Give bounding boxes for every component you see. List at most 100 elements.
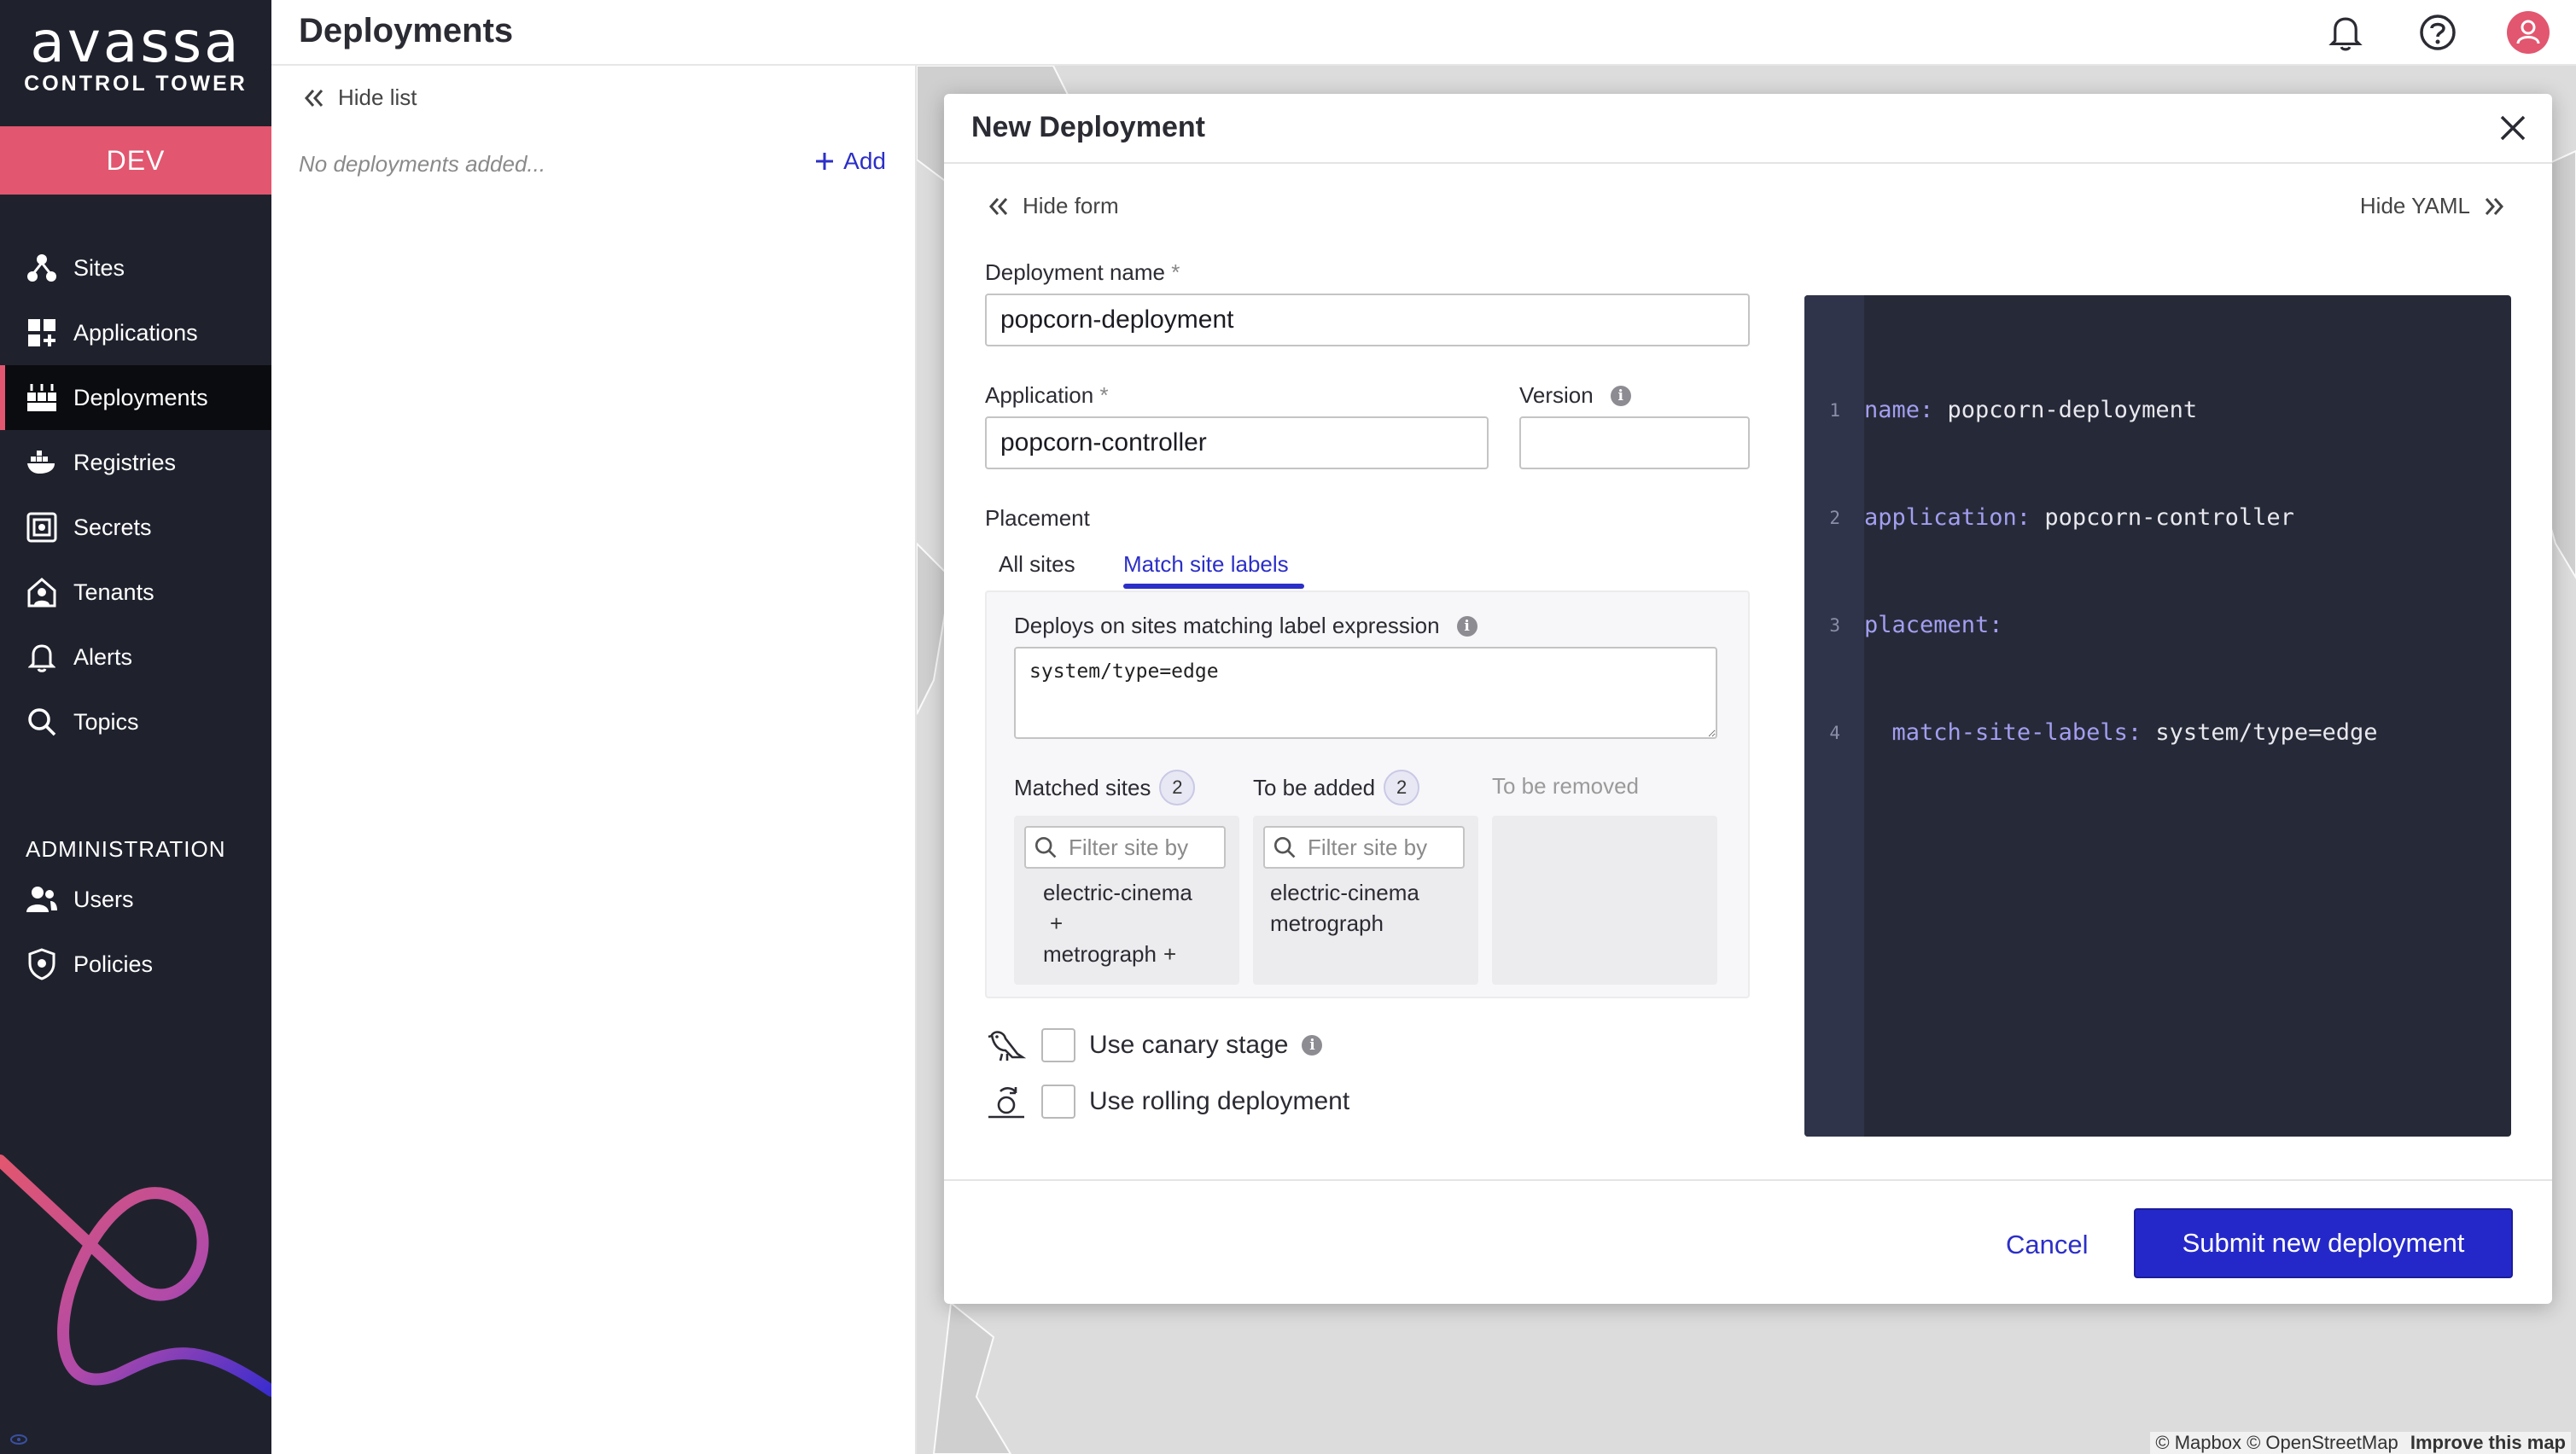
add-label: Add [843, 148, 886, 174]
info-icon[interactable]: i [1302, 1035, 1323, 1056]
code-line: 4 match-site-labels: system/type=edge [1804, 715, 2377, 751]
matched-sites-count: 2 [1159, 770, 1196, 806]
brand-logo[interactable]: avassa CONTROL TOWER [24, 15, 248, 96]
brand-name: avassa [30, 9, 242, 75]
filter-placeholder: Filter site by [1308, 834, 1428, 860]
site-name: metrograph [1043, 941, 1157, 967]
deployment-name-input[interactable] [985, 294, 1750, 346]
submit-new-deployment-button[interactable]: Submit new deployment [2134, 1208, 2513, 1278]
yaml-key: application: [1864, 504, 2031, 531]
help-icon[interactable] [2416, 10, 2460, 55]
sidebar-item-alerts[interactable]: Alerts [0, 625, 271, 689]
yaml-editor[interactable]: 1 name: popcorn-deployment 2 application: … [1804, 295, 2511, 1137]
empty-list-message: No deployments added... [299, 151, 546, 177]
required-marker: * [1171, 259, 1180, 285]
admin-section-title: ADMINISTRATION [26, 836, 226, 862]
code-line: 3 placement: [1804, 608, 2377, 643]
hide-list-label: Hide list [338, 84, 417, 110]
bell-icon[interactable] [2323, 10, 2368, 55]
sidebar-item-deployments[interactable]: Deployments [0, 365, 271, 430]
yaml-value: system/type=edge [2142, 719, 2378, 746]
add-deployment-button[interactable]: Add [814, 148, 886, 175]
registries-icon [26, 446, 58, 479]
yaml-code: 1 name: popcorn-deployment 2 application: … [1804, 321, 2377, 823]
canary-checkbox[interactable] [1041, 1028, 1075, 1062]
applications-icon [26, 317, 58, 349]
matched-sites-title-text: Matched sites [1014, 774, 1151, 800]
eye-icon [10, 1434, 27, 1445]
rolling-icon [985, 1080, 1028, 1123]
matched-sites-filter[interactable]: Filter site by [1024, 826, 1226, 869]
sidebar: avassa CONTROL TOWER DEV Sites Applicati… [0, 0, 271, 1454]
list-item: electric-cinema [1043, 877, 1192, 908]
environment-badge: DEV [0, 126, 271, 195]
sidebar-item-label: Sites [73, 254, 125, 281]
hide-list-button[interactable]: Hide list [302, 84, 417, 111]
to-be-added-title: To be added 2 [1253, 770, 1420, 806]
to-be-removed-list [1492, 816, 1717, 985]
code-line: 2 application: popcorn-controller [1804, 500, 2377, 536]
hide-form-button[interactable]: Hide form [987, 193, 1119, 219]
version-input[interactable] [1519, 416, 1750, 469]
active-tab-indicator [1123, 584, 1304, 589]
close-icon [2500, 115, 2526, 141]
required-marker: * [1099, 382, 1109, 408]
sidebar-item-label: Topics [73, 708, 139, 735]
sidebar-item-topics[interactable]: Topics [0, 689, 271, 754]
sidebar-item-label: Applications [73, 319, 198, 346]
hide-form-label: Hide form [1023, 193, 1119, 218]
canary-option: Use canary stage i [985, 1024, 1323, 1067]
plus-icon[interactable]: + [1163, 941, 1176, 967]
code-line: 1 name: popcorn-deployment [1804, 393, 2377, 428]
sidebar-item-users[interactable]: Users [0, 867, 271, 932]
yaml-key: name: [1864, 397, 1934, 423]
sidebar-item-label: Users [73, 886, 134, 912]
canary-label: Use canary stage [1089, 1031, 1289, 1059]
search-icon [1034, 836, 1057, 858]
matched-sites-items: electric-cinema + metrograph + [1043, 877, 1192, 969]
application-input[interactable] [985, 416, 1489, 469]
sidebar-item-label: Alerts [73, 643, 133, 670]
rolling-checkbox[interactable] [1041, 1085, 1075, 1119]
search-icon [26, 706, 58, 738]
expression-label: Deploys on sites matching label expressi… [1014, 613, 1477, 639]
new-deployment-dialog: New Deployment Hide form Hide YAML Deplo… [944, 94, 2552, 1304]
tab-all-sites[interactable]: All sites [999, 551, 1075, 578]
dialog-header: New Deployment [944, 94, 2552, 164]
yaml-key: placement: [1864, 612, 2003, 638]
sidebar-item-sites[interactable]: Sites [0, 236, 271, 300]
sidebar-item-registries[interactable]: Registries [0, 430, 271, 495]
placement-panel: Deploys on sites matching label expressi… [985, 590, 1750, 998]
add-site-button[interactable]: + [1043, 908, 1192, 939]
label-expression-input[interactable]: system/type=edge [1014, 647, 1717, 739]
line-number: 3 [1829, 615, 1840, 636]
hide-yaml-label: Hide YAML [2359, 193, 2470, 218]
double-chevron-left-icon [304, 89, 323, 107]
user-avatar-icon[interactable] [2506, 10, 2550, 55]
info-icon[interactable]: i [1456, 615, 1477, 637]
plus-icon[interactable]: + [1050, 910, 1063, 936]
cancel-button[interactable]: Cancel [2006, 1212, 2089, 1278]
version-label: Version i [1519, 382, 1631, 409]
sidebar-item-policies[interactable]: Policies [0, 932, 271, 997]
sidebar-item-tenants[interactable]: Tenants [0, 560, 271, 625]
yaml-value: popcorn-controller [2031, 504, 2294, 531]
improve-map-link[interactable]: Improve this map [2410, 1432, 2566, 1453]
application-label: Application * [985, 382, 1109, 409]
application-label-text: Application [985, 382, 1094, 408]
line-number: 4 [1829, 723, 1840, 743]
to-be-added-items: electric-cinema metrograph [1270, 877, 1419, 939]
sites-icon [26, 252, 58, 284]
secrets-icon [26, 511, 58, 544]
to-be-added-filter[interactable]: Filter site by [1263, 826, 1465, 869]
close-button[interactable] [2492, 108, 2533, 148]
info-icon[interactable]: i [1610, 385, 1631, 406]
to-be-added-title-text: To be added [1253, 774, 1376, 800]
sidebar-item-secrets[interactable]: Secrets [0, 495, 271, 560]
sidebar-nav: Sites Applications Deployments Registrie… [0, 236, 271, 754]
deployments-list-pane: Hide list No deployments added... Add [271, 66, 917, 1454]
hide-yaml-button[interactable]: Hide YAML [2360, 193, 2506, 219]
sidebar-item-applications[interactable]: Applications [0, 300, 271, 365]
tab-match-site-labels[interactable]: Match site labels [1123, 551, 1289, 578]
expression-label-text: Deploys on sites matching label expressi… [1014, 613, 1440, 638]
